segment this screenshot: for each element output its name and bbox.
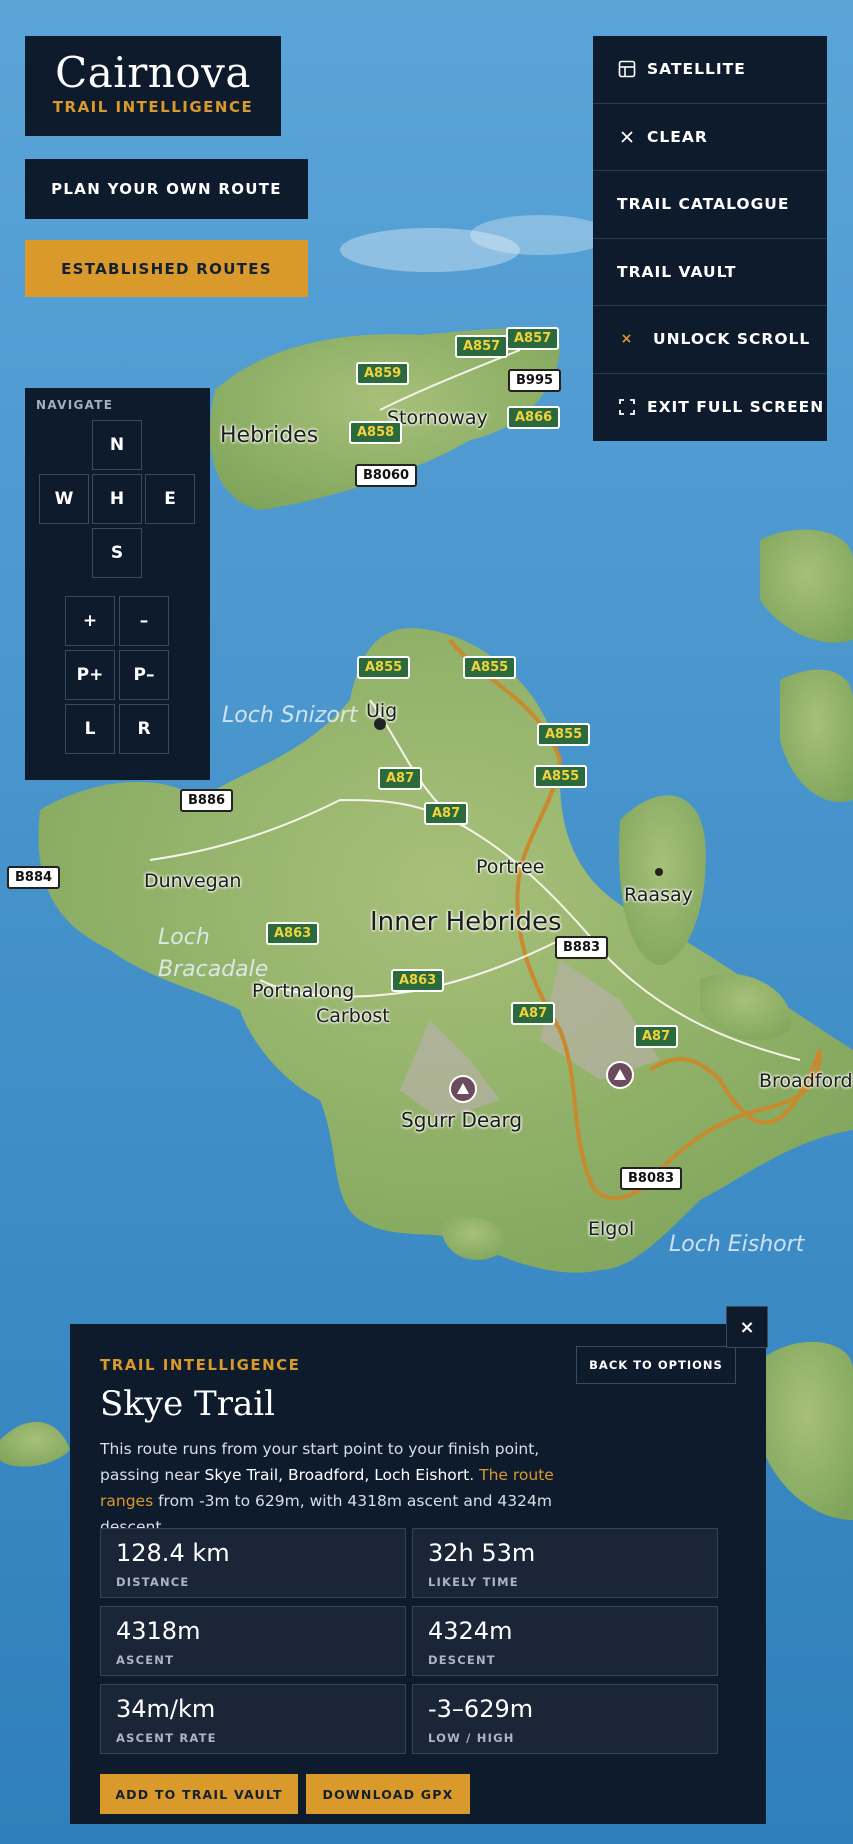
home-button[interactable]: H (92, 474, 142, 524)
water-label: Loch Eishort (669, 1232, 805, 1257)
exit-fullscreen-button[interactable]: EXIT FULL SCREEN (593, 374, 827, 442)
road-shield: A855 (463, 656, 517, 679)
road-shield: B884 (7, 866, 61, 889)
stat-low-high: -3–629m LOW / HIGH (412, 1684, 718, 1754)
place-label: Hebrides (220, 423, 319, 448)
road-shield: B886 (180, 789, 234, 812)
pitch-up-button[interactable]: P+ (65, 650, 115, 700)
place-label: Raasay (624, 884, 693, 906)
brand-tagline: TRAIL INTELLIGENCE (52, 98, 254, 116)
road-shield: A87 (378, 767, 423, 790)
established-routes-button[interactable]: ESTABLISHED ROUTES (25, 240, 308, 297)
road-shield: A859 (356, 362, 410, 385)
pitch-down-button[interactable]: P– (119, 650, 169, 700)
route-description: This route runs from your start point to… (100, 1440, 554, 1536)
grid-icon (617, 60, 637, 78)
rotate-left-button[interactable]: L (65, 704, 115, 754)
road-shield: B8083 (620, 1167, 683, 1190)
road-shield: A87 (424, 802, 469, 825)
pan-south-button[interactable]: S (92, 528, 142, 578)
trail-vault-button[interactable]: TRAIL VAULT (593, 239, 827, 306)
road-shield: B883 (555, 936, 609, 959)
road-shield: A857 (455, 335, 509, 358)
place-label: Uig (366, 700, 398, 722)
map-options-menu: SATELLITE CLEAR TRAIL CATALOGUE TRAIL VA… (593, 36, 827, 441)
clear-label: CLEAR (647, 127, 708, 146)
zoom-out-button[interactable]: – (119, 596, 169, 646)
road-shield: A855 (534, 765, 588, 788)
place-label: Dunvegan (144, 870, 242, 892)
water-label: Loch Snizort (222, 703, 358, 728)
road-shield: A863 (266, 922, 320, 945)
unlock-scroll-button[interactable]: × UNLOCK SCROLL (593, 306, 827, 374)
route-info-panel: TRAIL INTELLIGENCE Skye Trail BACK TO OP… (70, 1324, 766, 1824)
pan-north-button[interactable]: N (92, 420, 142, 470)
navigate-panel: NAVIGATE N W H E S + – P+ P– L R (25, 388, 210, 780)
stat-descent: 4324m DESCENT (412, 1606, 718, 1676)
stat-distance: 128.4 km DISTANCE (100, 1528, 406, 1598)
close-icon (617, 129, 637, 145)
place-label: Stornoway (387, 407, 488, 429)
pan-east-button[interactable]: E (145, 474, 195, 524)
satellite-label: SATELLITE (647, 60, 746, 79)
place-label: Elgol (588, 1218, 635, 1240)
road-shield: B995 (508, 369, 562, 392)
stat-ascent-rate: 34m/km ASCENT RATE (100, 1684, 406, 1754)
download-gpx-button[interactable]: DOWNLOAD GPX (306, 1774, 470, 1814)
road-shield: A866 (507, 406, 561, 429)
close-panel-button[interactable]: × (726, 1306, 768, 1348)
place-label: Portree (476, 856, 545, 878)
navigate-title: NAVIGATE (36, 398, 114, 412)
brand-name: Cairnova (55, 48, 251, 97)
road-shield: A863 (391, 969, 445, 992)
place-label: Broadford (759, 1070, 853, 1092)
rotate-right-button[interactable]: R (119, 704, 169, 754)
panel-kicker: TRAIL INTELLIGENCE (100, 1356, 301, 1374)
unlock-scroll-label: UNLOCK SCROLL (653, 330, 811, 349)
small-x-icon: × (620, 331, 634, 348)
route-title: Skye Trail (100, 1384, 275, 1424)
satellite-button[interactable]: SATELLITE (593, 36, 827, 104)
stat-likely-time: 32h 53m LIKELY TIME (412, 1528, 718, 1598)
zoom-in-button[interactable]: + (65, 596, 115, 646)
plan-route-button[interactable]: PLAN YOUR OWN ROUTE (25, 159, 308, 219)
peak-label: Sgurr Dearg (401, 1108, 523, 1132)
pan-west-button[interactable]: W (39, 474, 89, 524)
water-label: Loch Bracadale (158, 925, 269, 982)
road-shield: A857 (506, 327, 560, 350)
trail-vault-label: TRAIL VAULT (617, 262, 737, 281)
road-shield: A87 (634, 1025, 679, 1048)
road-shield: B8060 (355, 464, 418, 487)
stat-ascent: 4318m ASCENT (100, 1606, 406, 1676)
road-shield: A87 (511, 1002, 556, 1025)
place-label: Carbost (316, 1005, 390, 1027)
clear-button[interactable]: CLEAR (593, 104, 827, 171)
trail-catalogue-button[interactable]: TRAIL CATALOGUE (593, 171, 827, 239)
road-shield: A855 (357, 656, 411, 679)
trail-catalogue-label: TRAIL CATALOGUE (617, 195, 790, 214)
road-shield: A855 (537, 723, 591, 746)
brand-block: Cairnova TRAIL INTELLIGENCE (25, 36, 281, 136)
fullscreen-icon (617, 398, 637, 416)
road-shield: A858 (349, 421, 403, 444)
add-to-trail-vault-button[interactable]: ADD TO TRAIL VAULT (100, 1774, 298, 1814)
region-label: Inner Hebrides (370, 907, 562, 937)
back-to-options-button[interactable]: BACK TO OPTIONS (576, 1346, 736, 1384)
exit-fullscreen-label: EXIT FULL SCREEN (647, 398, 825, 417)
